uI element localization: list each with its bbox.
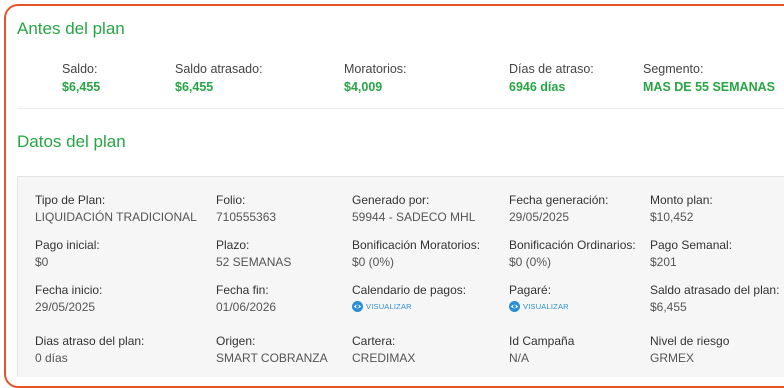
field-label: Nivel de riesgo <box>650 334 730 348</box>
field-folio: Folio: 710555363 <box>216 193 276 224</box>
field-tipo-plan: Tipo de Plan: LIQUIDACIÓN TRADICIONAL <box>35 193 197 224</box>
field-cartera: Cartera: CREDIMAX <box>352 334 415 365</box>
visualizar-label: VISUALIZAR <box>523 302 569 311</box>
antes-segmento-value: MAS DE 55 SEMANAS <box>643 80 775 94</box>
field-value: 0 días <box>35 351 68 365</box>
field-value: CREDIMAX <box>352 351 416 365</box>
field-label: Plazo: <box>216 238 250 252</box>
field-value: GRMEX <box>650 351 695 365</box>
antes-dias-atraso-value: 6946 días <box>509 80 566 94</box>
field-label: Fecha inicio: <box>35 283 103 297</box>
field-id-campana: Id Campaña N/A <box>509 334 574 365</box>
field-label: Tipo de Plan: <box>35 193 106 207</box>
visualizar-label: VISUALIZAR <box>366 302 412 311</box>
field-label: Bonificación Ordinarios: <box>509 238 636 252</box>
field-plazo: Plazo: 52 SEMANAS <box>216 238 291 269</box>
field-value: $6,455 <box>650 300 687 314</box>
field-value: SMART COBRANZA <box>216 351 328 365</box>
field-origen: Origen: SMART COBRANZA <box>216 334 328 365</box>
antes-moratorios: Moratorios: $4,009 <box>344 62 407 94</box>
antes-saldo: Saldo: $6,455 <box>62 62 100 94</box>
field-value: 29/05/2025 <box>509 210 570 224</box>
field-label: Pagaré: <box>509 283 552 297</box>
visualizar-pagare-button[interactable]: VISUALIZAR <box>509 301 569 312</box>
field-value: 710555363 <box>216 210 277 224</box>
field-label: Saldo atrasado del plan: <box>650 283 780 297</box>
antes-segmento-label: Segmento: <box>643 62 704 76</box>
field-nivel-riesgo: Nivel de riesgo GRMEX <box>650 334 729 365</box>
field-bonificacion-moratorios: Bonificación Moratorios: $0 (0%) <box>352 238 480 269</box>
field-dias-atraso-plan: Dias atraso del plan: 0 días <box>35 334 144 365</box>
field-label: Origen: <box>216 334 256 348</box>
field-value: 01/06/2026 <box>216 300 277 314</box>
antes-saldo-value: $6,455 <box>62 80 101 94</box>
antes-dias-atraso: Días de atraso: 6946 días <box>509 62 594 94</box>
field-pagare: Pagaré: VISUALIZAR <box>509 283 569 317</box>
field-fecha-inicio: Fecha inicio: 29/05/2025 <box>35 283 102 314</box>
field-value: N/A <box>509 351 530 365</box>
field-label: Dias atraso del plan: <box>35 334 145 348</box>
antes-segmento: Segmento: MAS DE 55 SEMANAS <box>643 62 775 94</box>
field-monto-plan: Monto plan: $10,452 <box>650 193 713 224</box>
field-value: LIQUIDACIÓN TRADICIONAL <box>35 210 197 224</box>
field-generado-por: Generado por: 59944 - SADECO MHL <box>352 193 475 224</box>
antes-saldo-label: Saldo: <box>62 62 98 76</box>
field-label: Folio: <box>216 193 246 207</box>
field-fecha-generacion: Fecha generación: 29/05/2025 <box>509 193 608 224</box>
field-pago-inicial: Pago inicial: $0 <box>35 238 100 269</box>
field-value: 52 SEMANAS <box>216 255 292 269</box>
antes-del-plan-title: Antes del plan <box>17 19 125 38</box>
field-value: $0 (0%) <box>352 255 395 269</box>
eye-icon <box>352 301 363 312</box>
antes-saldo-atrasado-label: Saldo atrasado: <box>175 62 263 76</box>
field-pago-semanal: Pago Semanal: $201 <box>650 238 732 269</box>
antes-saldo-atrasado: Saldo atrasado: $6,455 <box>175 62 263 94</box>
field-bonificacion-ordinarios: Bonificación Ordinarios: $0 (0%) <box>509 238 636 269</box>
field-label: Monto plan: <box>650 193 713 207</box>
antes-moratorios-label: Moratorios: <box>344 62 407 76</box>
antes-moratorios-value: $4,009 <box>344 80 383 94</box>
field-label: Pago inicial: <box>35 238 100 252</box>
field-fecha-fin: Fecha fin: 01/06/2026 <box>216 283 276 314</box>
field-value: $0 (0%) <box>509 255 552 269</box>
field-label: Pago Semanal: <box>650 238 733 252</box>
field-saldo-atrasado-plan: Saldo atrasado del plan: $6,455 <box>650 283 779 314</box>
antes-saldo-atrasado-value: $6,455 <box>175 80 214 94</box>
field-calendario-pagos: Calendario de pagos: VISUALIZAR <box>352 283 466 317</box>
field-label: Fecha fin: <box>216 283 269 297</box>
field-label: Generado por: <box>352 193 430 207</box>
field-label: Cartera: <box>352 334 396 348</box>
field-label: Calendario de pagos: <box>352 283 467 297</box>
field-value: $201 <box>650 255 677 269</box>
field-value: 59944 - SADECO MHL <box>352 210 476 224</box>
field-label: Id Campaña <box>509 334 575 348</box>
field-value: $0 <box>35 255 49 269</box>
eye-icon <box>509 301 520 312</box>
antes-dias-atraso-label: Días de atraso: <box>509 62 594 76</box>
field-label: Bonificación Moratorios: <box>352 238 481 252</box>
section-divider <box>17 108 784 109</box>
field-value: $10,452 <box>650 210 694 224</box>
visualizar-calendario-button[interactable]: VISUALIZAR <box>352 301 412 312</box>
field-value: 29/05/2025 <box>35 300 96 314</box>
field-label: Fecha generación: <box>509 193 609 207</box>
datos-del-plan-title: Datos del plan <box>17 132 126 151</box>
